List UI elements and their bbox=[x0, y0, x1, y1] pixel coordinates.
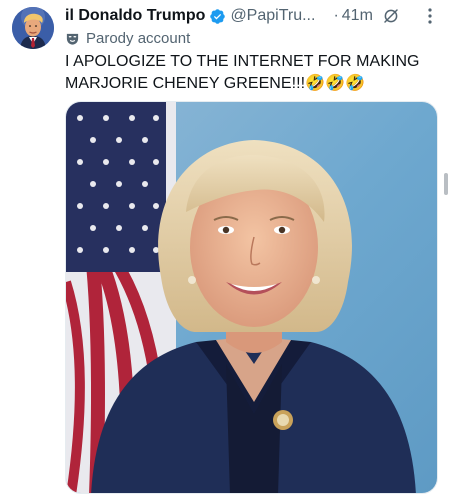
scrollbar-thumb[interactable] bbox=[444, 173, 448, 195]
parody-account-label: Parody account bbox=[65, 28, 190, 48]
tweet: il Donaldo Trumpo @PapiTru... · 41m Paro… bbox=[0, 0, 450, 500]
tweet-text: I APOLOGIZE TO THE INTERNET FOR MAKING M… bbox=[65, 53, 420, 92]
header-separator: · bbox=[333, 7, 339, 24]
author-handle[interactable]: @PapiTru... bbox=[230, 7, 315, 25]
parody-label-text: Parody account bbox=[86, 29, 191, 47]
timestamp[interactable]: 41m bbox=[342, 7, 373, 25]
tweet-header: il Donaldo Trumpo @PapiTru... · 41m bbox=[65, 6, 440, 26]
verified-badge-icon bbox=[209, 8, 226, 25]
more-options-icon[interactable] bbox=[421, 6, 439, 26]
author-avatar[interactable] bbox=[12, 7, 54, 49]
tweet-photo[interactable] bbox=[65, 101, 438, 494]
parody-mask-icon bbox=[65, 31, 80, 46]
grok-icon[interactable] bbox=[382, 7, 400, 25]
author-display-name[interactable]: il Donaldo Trumpo bbox=[65, 7, 205, 25]
